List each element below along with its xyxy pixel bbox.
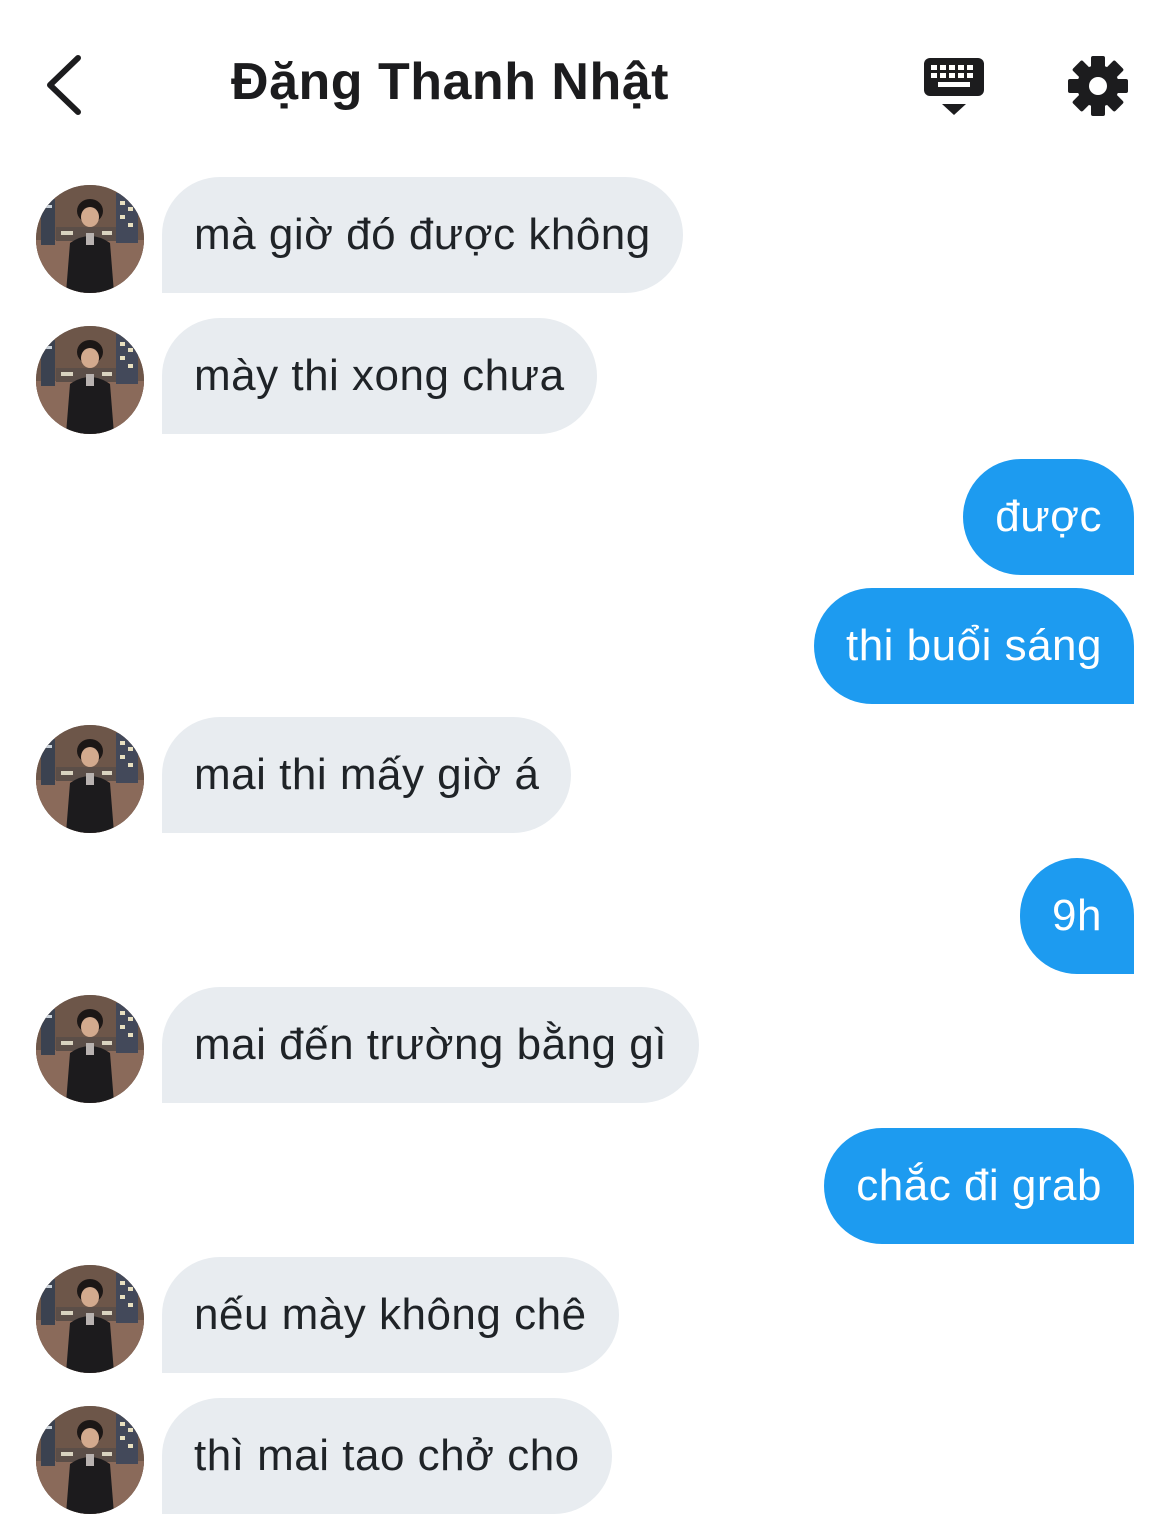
message-row-outgoing: được	[0, 459, 1170, 575]
keyboard-icon	[924, 58, 984, 115]
message-row-incoming: nếu mày không chê	[0, 1257, 1170, 1373]
avatar[interactable]	[36, 995, 144, 1103]
message-bubble-incoming[interactable]: mà giờ đó được không	[162, 177, 683, 293]
message-bubble-outgoing[interactable]: được	[963, 459, 1134, 575]
message-bubble-incoming[interactable]: nếu mày không chê	[162, 1257, 619, 1373]
message-bubble-incoming[interactable]: mai thi mấy giờ á	[162, 717, 572, 833]
message-row-outgoing: thi buổi sáng	[0, 588, 1170, 704]
message-row-incoming: mà giờ đó được không	[0, 177, 1170, 293]
message-bubble-outgoing[interactable]: chắc đi grab	[824, 1128, 1134, 1244]
gear-icon	[1068, 56, 1128, 116]
page-title: Đặng Thanh Nhật	[231, 53, 669, 111]
avatar[interactable]	[36, 185, 144, 293]
settings-button[interactable]	[1064, 52, 1132, 120]
message-bubble-incoming[interactable]: thì mai tao chở cho	[162, 1398, 612, 1514]
message-row-incoming: mai đến trường bằng gì	[0, 987, 1170, 1103]
avatar[interactable]	[36, 326, 144, 434]
avatar[interactable]	[36, 725, 144, 833]
message-bubble-incoming[interactable]: mai đến trường bằng gì	[162, 987, 699, 1103]
chat-header: Đặng Thanh Nhật	[0, 0, 1170, 170]
message-row-incoming: mày thi xong chưa	[0, 318, 1170, 434]
message-row-outgoing: 9h	[0, 858, 1170, 974]
keyboard-toggle-button[interactable]	[918, 52, 990, 120]
message-bubble-outgoing[interactable]: thi buổi sáng	[813, 588, 1134, 704]
avatar[interactable]	[36, 1406, 144, 1514]
avatar[interactable]	[36, 1265, 144, 1373]
message-bubble-incoming[interactable]: mày thi xong chưa	[162, 318, 597, 434]
message-bubble-outgoing[interactable]: 9h	[1020, 858, 1134, 974]
message-row-incoming: thì mai tao chở cho	[0, 1398, 1170, 1514]
message-row-outgoing: chắc đi grab	[0, 1128, 1170, 1244]
message-row-incoming: mai thi mấy giờ á	[0, 717, 1170, 833]
